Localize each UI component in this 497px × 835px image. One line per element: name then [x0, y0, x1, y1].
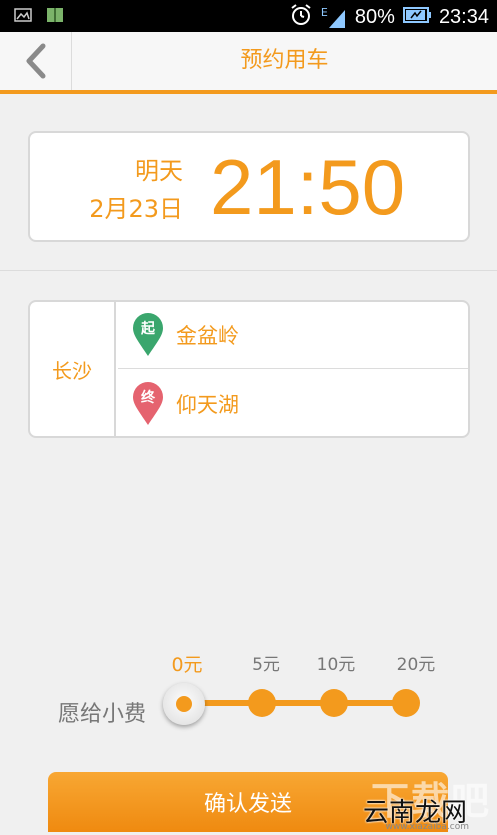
end-marker-label: 终 [141, 389, 155, 406]
app-header: 预约用车 [0, 32, 497, 94]
tip-options: 0元 5元 10元 20元 [0, 650, 497, 677]
tip-slider-handle[interactable] [163, 683, 205, 725]
section-divider [0, 270, 497, 271]
end-location: 仰天湖 [176, 392, 239, 417]
tip-option-20[interactable]: 20元 [397, 650, 436, 675]
start-location: 金盆岭 [176, 324, 239, 348]
chevron-left-icon [26, 43, 45, 79]
city-selector[interactable]: 长沙 [30, 302, 116, 436]
start-pin-icon: 起 [132, 313, 164, 357]
clock: 23:34 [438, 6, 489, 28]
tip-label: 愿给小费 [58, 702, 147, 727]
start-marker-label: 起 [141, 321, 155, 337]
tip-option-0[interactable]: 0元 [171, 650, 202, 677]
tip-stop-20[interactable] [392, 689, 420, 717]
pickup-time-card[interactable]: 明天 2月23日 21:50 [28, 131, 470, 242]
pickup-date: 2月23日 [89, 195, 183, 223]
start-location-row[interactable]: 起 金盆岭 [118, 302, 468, 369]
battery-percent: 80% [354, 6, 395, 28]
book-icon [46, 7, 64, 23]
image-icon [14, 7, 32, 23]
tip-stop-10[interactable] [320, 689, 348, 717]
tip-option-10[interactable]: 10元 [317, 650, 356, 675]
tip-slider-track[interactable] [185, 700, 407, 706]
watermark: 下载吧 云南龙网 www.xiazaiba.com [360, 770, 497, 835]
tip-stop-5[interactable] [248, 689, 276, 717]
status-bar: E 80% 23:34 [0, 0, 497, 32]
page-title: 预约用车 [240, 48, 329, 73]
route-card: 长沙 起 金盆岭 终 仰天湖 [28, 300, 470, 438]
watermark-url: www.xiazaiba.com [385, 822, 469, 832]
battery-icon [402, 5, 431, 30]
alarm-icon [289, 3, 313, 32]
end-location-row[interactable]: 终 仰天湖 [118, 370, 468, 437]
pickup-time: 21:50 [210, 143, 406, 231]
tip-option-5[interactable]: 5元 [252, 650, 280, 675]
back-button[interactable] [0, 32, 72, 90]
end-pin-icon: 终 [132, 381, 164, 426]
signal-icon: E [321, 6, 347, 30]
pickup-day: 明天 [135, 157, 183, 185]
